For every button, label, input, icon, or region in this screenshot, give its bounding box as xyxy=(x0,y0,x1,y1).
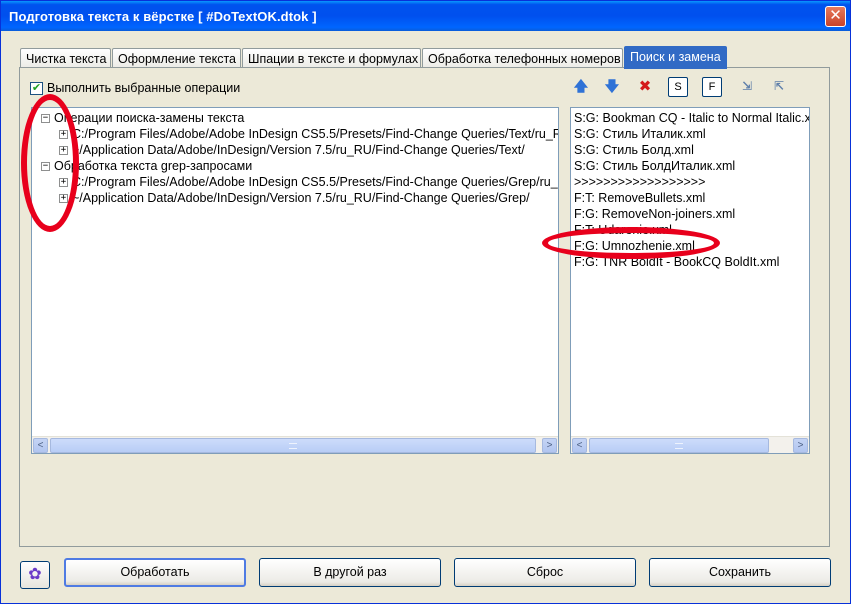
scroll-thumb[interactable] xyxy=(50,438,536,453)
scroll-right-button[interactable]: > xyxy=(793,438,808,453)
scroll-left-button[interactable]: < xyxy=(33,438,48,453)
window-title: Подготовка текста к вёрстке [ #DoTextOK.… xyxy=(9,9,317,24)
close-button[interactable]: ✕ xyxy=(825,6,846,27)
save-button[interactable]: Сохранить xyxy=(649,558,831,587)
tree-item-label: C:/Program Files/Adobe/Adobe InDesign CS… xyxy=(72,175,559,189)
tree-item[interactable]: + ~/Application Data/Adobe/InDesign/Versi… xyxy=(59,190,530,206)
bottom-button-bar: ✿ Обработать В другой раз Сброс Сохранит… xyxy=(1,558,851,592)
tab-find-replace[interactable]: Поиск и замена xyxy=(624,46,727,69)
tree-item-label: C:/Program Files/Adobe/Adobe InDesign CS… xyxy=(72,127,559,141)
queue-horizontal-scrollbar[interactable]: < > xyxy=(571,436,809,453)
list-item[interactable]: S:G: Стиль Италик.xml xyxy=(574,126,706,142)
app-logo-butterfly-icon[interactable]: ✿ xyxy=(20,561,50,589)
reset-button[interactable]: Сброс xyxy=(454,558,636,587)
tab-text-cleanup[interactable]: Чистка текста xyxy=(20,48,111,68)
add-s-button[interactable]: S xyxy=(668,77,688,97)
tab-spaces-formulas[interactable]: Шпации в тексте и формулах xyxy=(242,48,421,68)
delete-icon[interactable]: ✖ xyxy=(635,77,655,97)
scroll-thumb[interactable] xyxy=(589,438,769,453)
move-up-arrow-icon[interactable]: 🡅 xyxy=(571,77,591,97)
tree-horizontal-scrollbar[interactable]: < > xyxy=(32,436,558,453)
tree-item-label: ~/Application Data/Adobe/InDesign/Versio… xyxy=(72,143,525,157)
list-item[interactable]: S:G: Bookman CQ - Italic to Normal Itali… xyxy=(574,110,809,126)
tree-item[interactable]: + C:/Program Files/Adobe/Adobe InDesign C… xyxy=(59,174,559,190)
import-document-icon[interactable]: ⇲ xyxy=(737,77,757,97)
tree-item[interactable]: + ~/Application Data/Adobe/InDesign/Versi… xyxy=(59,142,525,158)
later-button[interactable]: В другой раз xyxy=(259,558,441,587)
tree-item-label: ~/Application Data/Adobe/InDesign/Versio… xyxy=(72,191,530,205)
list-item[interactable]: F:T: RemoveBullets.xml xyxy=(574,190,705,206)
tab-text-formatting[interactable]: Оформление текста xyxy=(112,48,241,68)
execute-selected-checkbox[interactable]: ✔ xyxy=(30,81,43,95)
tab-phone-numbers[interactable]: Обработка телефонных номеров xyxy=(422,48,623,68)
dialog-window: Подготовка текста к вёрстке [ #DoTextOK.… xyxy=(0,0,851,604)
process-button[interactable]: Обработать xyxy=(64,558,246,587)
tree-group-label: Операции поиска-замены текста xyxy=(54,111,245,125)
add-f-button[interactable]: F xyxy=(702,77,722,97)
list-item[interactable]: S:G: Стиль Болд.xml xyxy=(574,142,694,158)
red-annotation-ellipse-tree xyxy=(21,94,79,232)
move-down-arrow-icon[interactable]: 🡇 xyxy=(602,77,622,97)
execute-selected-option[interactable]: ✔ Выполнить выбранные операции xyxy=(30,81,240,95)
list-item[interactable]: >>>>>>>>>>>>>>>>>> xyxy=(574,174,705,190)
tree-item[interactable]: + C:/Program Files/Adobe/Adobe InDesign C… xyxy=(59,126,559,142)
operation-queue-list[interactable]: S:G: Bookman CQ - Italic to Normal Itali… xyxy=(570,107,810,454)
tree-group-label: Обработка текста grep-запросами xyxy=(54,159,253,173)
title-bar[interactable]: Подготовка текста к вёрстке [ #DoTextOK.… xyxy=(1,1,850,31)
list-item[interactable]: F:G: RemoveNon-joiners.xml xyxy=(574,206,735,222)
scroll-right-button[interactable]: > xyxy=(542,438,557,453)
export-document-icon[interactable]: ⇱ xyxy=(769,77,789,97)
red-annotation-ellipse-list xyxy=(542,227,720,259)
list-item[interactable]: S:G: Стиль БолдИталик.xml xyxy=(574,158,735,174)
query-tree[interactable]: − Операции поиска-замены текста + C:/Progr… xyxy=(31,107,559,454)
scroll-left-button[interactable]: < xyxy=(572,438,587,453)
execute-selected-label: Выполнить выбранные операции xyxy=(47,81,241,95)
